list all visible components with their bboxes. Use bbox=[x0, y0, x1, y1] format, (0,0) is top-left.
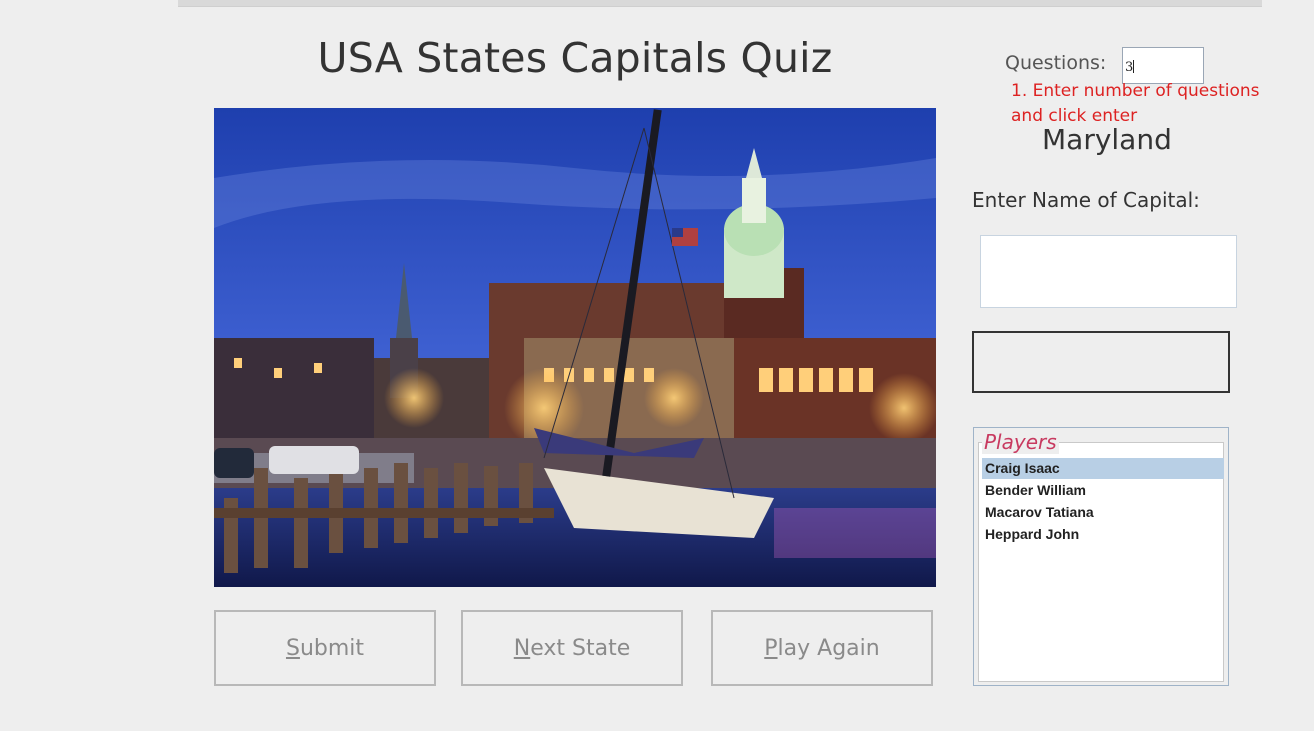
player-item[interactable]: Macarov Tatiana bbox=[982, 502, 1224, 523]
player-item[interactable]: Bender William bbox=[982, 480, 1224, 501]
players-list[interactable]: Craig Isaac Bender William Macarov Tatia… bbox=[978, 442, 1224, 682]
next-mnemonic: N bbox=[513, 635, 531, 661]
next-state-button[interactable]: Next State bbox=[461, 610, 683, 686]
capital-input[interactable] bbox=[980, 235, 1237, 308]
play-again-mnemonic: P bbox=[764, 635, 778, 661]
state-photo bbox=[214, 108, 936, 587]
current-state-name: Maryland bbox=[1042, 123, 1172, 156]
next-label: ext State bbox=[530, 635, 631, 661]
players-title: Players bbox=[982, 430, 1059, 454]
submit-mnemonic: S bbox=[285, 635, 300, 661]
player-item[interactable]: Craig Isaac bbox=[982, 458, 1224, 479]
instruction-hint: 1. Enter number of questions and click e… bbox=[1011, 81, 1260, 126]
play-again-button[interactable]: Play Again bbox=[711, 610, 933, 686]
submit-label: ubmit bbox=[299, 635, 365, 661]
players-panel: Players Craig Isaac Bender William Macar… bbox=[973, 427, 1229, 686]
result-display bbox=[972, 331, 1230, 393]
submit-button[interactable]: Submit bbox=[214, 610, 436, 686]
questions-label: Questions: bbox=[1005, 52, 1107, 74]
play-again-label: lay Again bbox=[777, 635, 880, 661]
player-item[interactable]: Heppard John bbox=[982, 524, 1224, 545]
capital-label: Enter Name of Capital: bbox=[972, 188, 1200, 212]
top-divider bbox=[178, 0, 1262, 7]
questions-value: 3 bbox=[1125, 60, 1134, 75]
page-title: USA States Capitals Quiz bbox=[317, 34, 833, 82]
